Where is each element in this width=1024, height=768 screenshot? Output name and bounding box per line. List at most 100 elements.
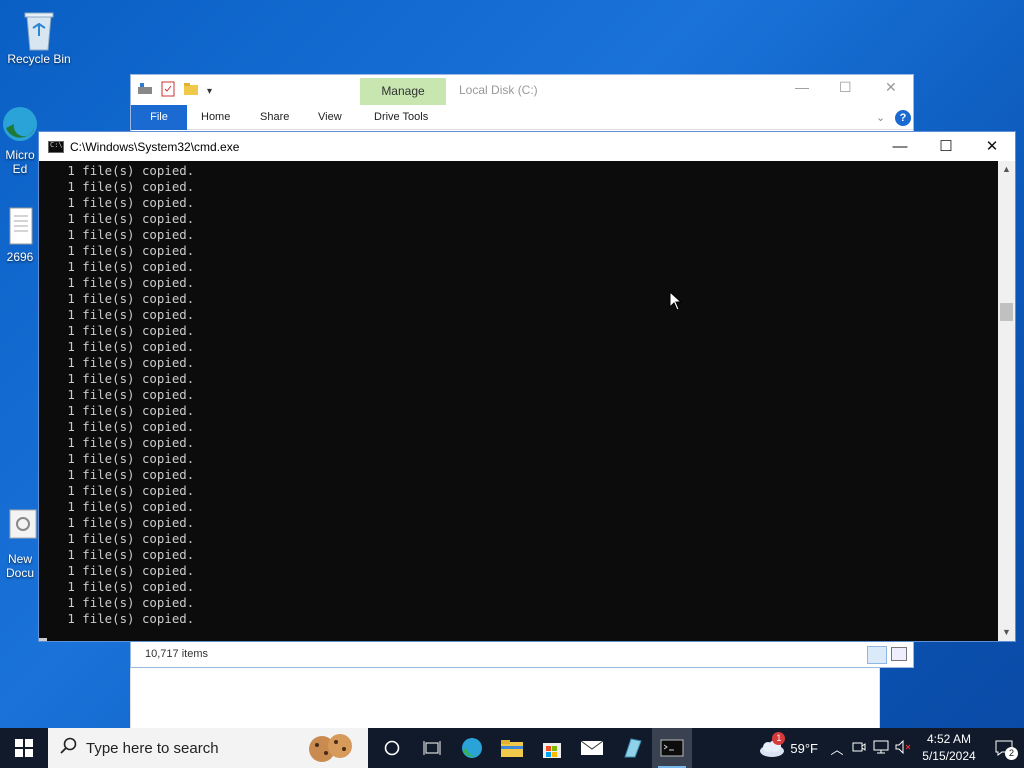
maximize-icon[interactable]: ☐ [839, 79, 852, 96]
network-icon[interactable] [870, 740, 892, 757]
tab-file[interactable]: File [131, 105, 187, 130]
console-line: 1 file(s) copied. [45, 387, 195, 402]
tab-share[interactable]: Share [260, 111, 289, 123]
action-center-button[interactable]: 2 [984, 728, 1024, 768]
console-line: 1 file(s) copied. [45, 307, 195, 322]
console-line: 1 file(s) copied. [45, 435, 195, 450]
taskbar-search-box[interactable]: Type here to search [48, 728, 368, 768]
close-button[interactable]: ✕ [969, 132, 1015, 161]
console-line: 1 file(s) copied. [45, 179, 195, 194]
console-line: 1 file(s) copied. [45, 275, 195, 290]
console-line: 1 file(s) copied. [45, 531, 195, 546]
console-line: 1 file(s) copied. [45, 483, 195, 498]
explorer-titlebar[interactable]: ▾ Manage Local Disk (C:) — ☐ ✕ [131, 75, 913, 105]
cmd-window[interactable]: C:\Windows\System32\cmd.exe — ☐ ✕ 1 file… [38, 131, 1016, 642]
help-icon[interactable]: ? [895, 110, 911, 126]
document-icon [0, 508, 40, 548]
volume-muted-icon[interactable] [892, 739, 914, 757]
properties-icon[interactable] [161, 81, 175, 102]
search-placeholder: Type here to search [86, 739, 219, 757]
desktop-icon-recycle-bin[interactable]: Recycle Bin [4, 8, 74, 66]
start-button[interactable] [0, 728, 48, 768]
cmd-titlebar[interactable]: C:\Windows\System32\cmd.exe — ☐ ✕ [39, 132, 1015, 161]
store-icon [543, 743, 561, 758]
quick-access-toolbar: ▾ [137, 81, 212, 102]
scrollbar-thumb[interactable] [1000, 303, 1013, 321]
desktop-icon-label: Recycle Bin [7, 52, 71, 66]
edge-icon [462, 738, 482, 758]
console-line: 1 file(s) copied. [45, 547, 195, 562]
taskbar-notes-app[interactable] [612, 728, 652, 768]
vertical-scrollbar[interactable]: ▲ ▼ [998, 161, 1015, 641]
status-bar: 10,717 items [131, 641, 913, 667]
tab-home[interactable]: Home [201, 111, 230, 123]
console-line: 1 file(s) copied. [45, 211, 195, 226]
explorer-title: Local Disk (C:) [459, 83, 538, 97]
meet-now-icon[interactable] [848, 740, 870, 757]
console-line: 1 file(s) copied. [45, 355, 195, 370]
notification-count: 2 [1005, 747, 1018, 760]
mail-icon [580, 740, 604, 755]
taskbar-file-explorer[interactable] [492, 728, 532, 768]
taskbar-mail[interactable] [572, 728, 612, 768]
console-line: 1 file(s) copied. [45, 371, 195, 386]
cookie-icon [306, 733, 354, 768]
console-line: 1 file(s) copied. [45, 259, 195, 274]
taskbar-edge[interactable] [452, 728, 492, 768]
task-view-icon [423, 741, 441, 755]
console-line: 1 file(s) copied. [45, 403, 195, 418]
console-output[interactable]: 1 file(s) copied. 1 file(s) copied. 1 fi… [39, 161, 998, 641]
maximize-button[interactable]: ☐ [923, 132, 969, 161]
scroll-up-icon[interactable]: ▲ [998, 161, 1015, 178]
tab-drive-tools[interactable]: Drive Tools [374, 111, 428, 123]
weather-widget[interactable]: 1 59°F [758, 732, 818, 758]
console-line: 1 file(s) copied. [45, 339, 195, 354]
weather-temperature: 59°F [790, 740, 818, 756]
item-count: 10,717 items [145, 648, 208, 660]
customize-qat-icon[interactable]: ▾ [207, 86, 212, 97]
edge-icon [0, 104, 40, 144]
scroll-down-icon[interactable]: ▼ [998, 624, 1015, 641]
minimize-icon[interactable]: — [795, 79, 809, 95]
new-folder-icon[interactable] [183, 82, 199, 101]
console-line: 1 file(s) copied. [45, 563, 195, 578]
console-line: 1 file(s) copied. [45, 515, 195, 530]
clock[interactable]: 4:52 AM 5/15/2024 [914, 731, 984, 765]
tab-view[interactable]: View [318, 111, 342, 123]
taskbar-cmd[interactable] [652, 728, 692, 768]
console-line: 1 file(s) copied. [45, 451, 195, 466]
windows-logo-icon [15, 739, 33, 757]
explorer-content-area [130, 668, 880, 728]
notes-app-icon [624, 738, 642, 758]
console-line: 1 file(s) copied. [45, 291, 195, 306]
taskbar: Type here to search 1 59°F ︿ 4:52 AM 5/1… [0, 728, 1024, 768]
drive-icon [137, 82, 153, 101]
details-view-icon[interactable] [867, 646, 887, 664]
large-icons-view-icon[interactable] [891, 647, 907, 661]
console-line: 1 file(s) copied. [45, 579, 195, 594]
ribbon-tabs: File Home Share View Drive Tools ⌄ ? [131, 105, 913, 130]
folder-icon [501, 740, 523, 757]
chevron-up-icon[interactable]: ︿ [826, 739, 848, 758]
clock-time: 4:52 AM [926, 732, 972, 746]
console-line: 1 file(s) copied. [45, 243, 195, 258]
console-cursor [39, 638, 47, 641]
console-line: 1 file(s) copied. [45, 163, 195, 178]
text-file-icon [0, 206, 40, 246]
close-icon[interactable]: ✕ [885, 79, 897, 96]
tab-manage[interactable]: Manage [360, 78, 446, 105]
console-line: 1 file(s) copied. [45, 195, 195, 210]
chevron-down-icon[interactable]: ⌄ [876, 111, 885, 124]
task-view-button[interactable] [412, 728, 452, 768]
console-icon [48, 140, 64, 153]
search-icon [60, 737, 78, 760]
cortana-button[interactable] [372, 728, 412, 768]
cmd-title: C:\Windows\System32\cmd.exe [70, 139, 240, 154]
console-icon [660, 739, 684, 757]
recycle-bin-icon [19, 8, 59, 51]
taskbar-store[interactable] [532, 728, 572, 768]
minimize-button[interactable]: — [877, 132, 923, 161]
console-line: 1 file(s) copied. [45, 467, 195, 482]
console-line: 1 file(s) copied. [45, 595, 195, 610]
cortana-icon [384, 740, 400, 756]
